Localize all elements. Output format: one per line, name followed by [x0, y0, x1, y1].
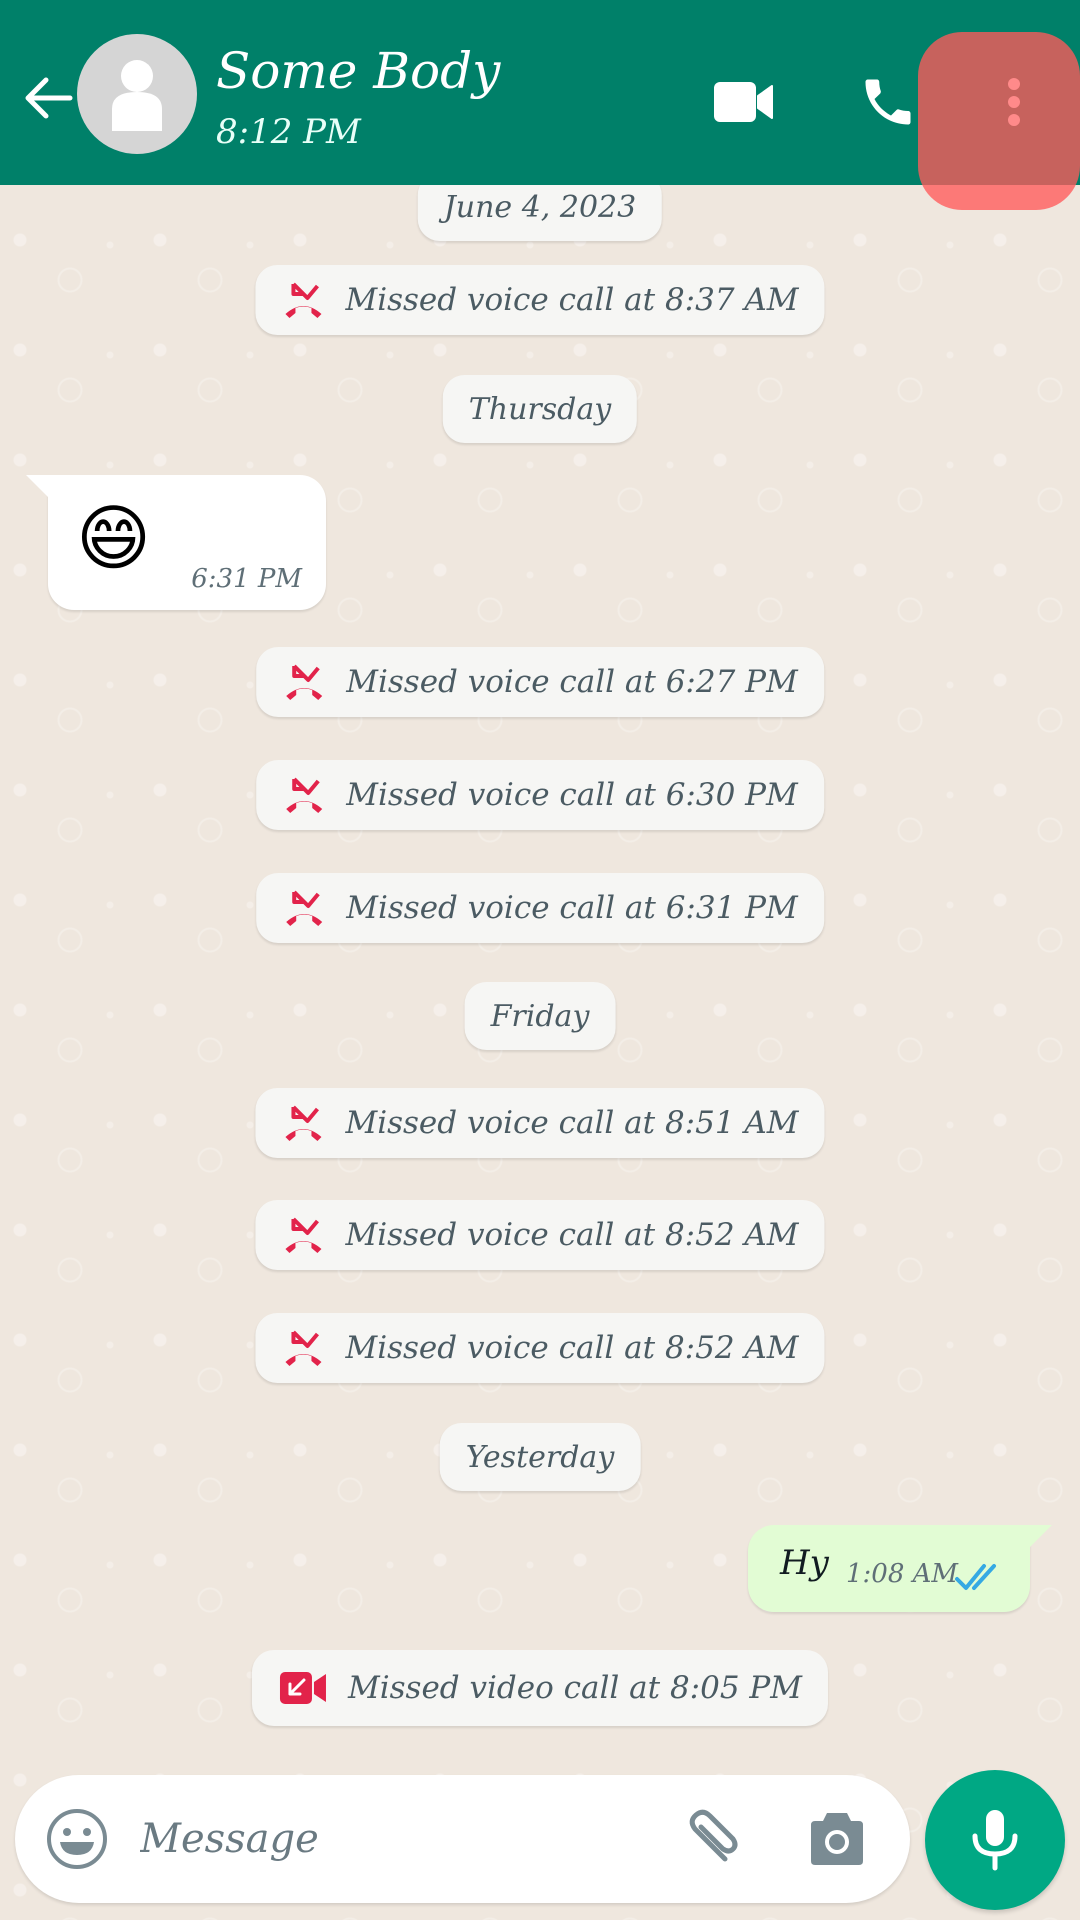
- bubble-tail: [26, 475, 50, 499]
- person-icon: [112, 60, 162, 131]
- date-label: Yesterday: [465, 1439, 615, 1475]
- video-call-button[interactable]: [712, 78, 776, 126]
- incoming-message[interactable]: 😄 6:31 PM: [26, 475, 326, 610]
- attach-button[interactable]: [675, 1805, 745, 1875]
- missed-voice-call[interactable]: Missed voice call at 6:31 PM: [256, 873, 824, 943]
- missed-call-text: Missed voice call at 6:31 PM: [346, 890, 798, 926]
- missed-call-text: Missed voice call at 8:51 AM: [345, 1105, 799, 1141]
- outgoing-message[interactable]: Hy 1:08 AM: [748, 1525, 1052, 1612]
- missed-video-call-icon: [279, 1672, 326, 1704]
- contact-name[interactable]: Some Body: [216, 42, 500, 100]
- missed-call-text: Missed voice call at 6:30 PM: [346, 777, 798, 813]
- date-label: June 4, 2023: [443, 189, 637, 225]
- voice-call-button[interactable]: [858, 72, 918, 132]
- three-dot-vertical-icon: [1008, 78, 1020, 126]
- missed-voice-call[interactable]: Missed voice call at 8:51 AM: [255, 1088, 825, 1158]
- missed-call-text: Missed voice call at 8:52 AM: [345, 1330, 799, 1366]
- message-text: Hy: [780, 1543, 829, 1583]
- more-options-button[interactable]: [990, 76, 1038, 130]
- message-composer: [15, 1775, 910, 1903]
- smiley-icon: [47, 1809, 107, 1869]
- missed-voice-call[interactable]: Missed voice call at 6:27 PM: [256, 647, 824, 717]
- missed-voice-call[interactable]: Missed voice call at 8:52 AM: [255, 1313, 825, 1383]
- last-seen-status: 8:12 PM: [216, 112, 361, 152]
- arrow-left-icon: [25, 77, 73, 119]
- camera-icon: [811, 1813, 863, 1865]
- emoji-button[interactable]: [45, 1807, 109, 1871]
- emoji-content: 😄: [76, 496, 152, 580]
- message-time: 1:08 AM: [846, 1559, 959, 1589]
- missed-call-icon: [285, 1105, 322, 1141]
- date-label: Thursday: [468, 391, 612, 427]
- message-input[interactable]: [140, 1799, 640, 1879]
- bubble-tail: [1028, 1525, 1052, 1549]
- contact-avatar[interactable]: [77, 34, 197, 154]
- missed-call-icon: [286, 777, 323, 813]
- date-separator: Yesterday: [439, 1423, 641, 1491]
- missed-call-text: Missed voice call at 6:27 PM: [346, 664, 798, 700]
- missed-call-icon: [285, 1217, 322, 1253]
- missed-call-icon: [286, 890, 323, 926]
- missed-call-icon: [285, 1330, 322, 1366]
- message-time: 6:31 PM: [191, 564, 302, 594]
- date-label: Friday: [490, 998, 590, 1034]
- missed-voice-call[interactable]: Missed voice call at 8:37 AM: [255, 265, 825, 335]
- phone-icon: [865, 79, 911, 125]
- missed-voice-call[interactable]: Missed voice call at 8:52 AM: [255, 1200, 825, 1270]
- microphone-icon: [972, 1810, 1018, 1871]
- back-button[interactable]: [18, 68, 78, 128]
- missed-call-text: Missed video call at 8:05 PM: [347, 1670, 803, 1706]
- date-separator: Friday: [464, 982, 616, 1050]
- video-camera-icon: [714, 82, 773, 122]
- missed-call-text: Missed voice call at 8:52 AM: [345, 1217, 799, 1253]
- paperclip-icon: [689, 1809, 738, 1862]
- message-list[interactable]: June 4, 2023 Missed voice call at 8:37 A…: [0, 173, 1080, 1775]
- date-separator: Thursday: [442, 375, 638, 443]
- missed-call-icon: [285, 282, 322, 318]
- missed-call-text: Missed voice call at 8:37 AM: [345, 282, 799, 318]
- missed-voice-call[interactable]: Missed voice call at 6:30 PM: [256, 760, 824, 830]
- camera-button[interactable]: [805, 1809, 869, 1869]
- voice-record-button[interactable]: [925, 1770, 1065, 1910]
- missed-video-call[interactable]: Missed video call at 8:05 PM: [251, 1650, 829, 1726]
- double-check-read-icon: [955, 1564, 996, 1590]
- chat-header: Some Body 8:12 PM: [0, 0, 1080, 210]
- missed-call-icon: [286, 664, 323, 700]
